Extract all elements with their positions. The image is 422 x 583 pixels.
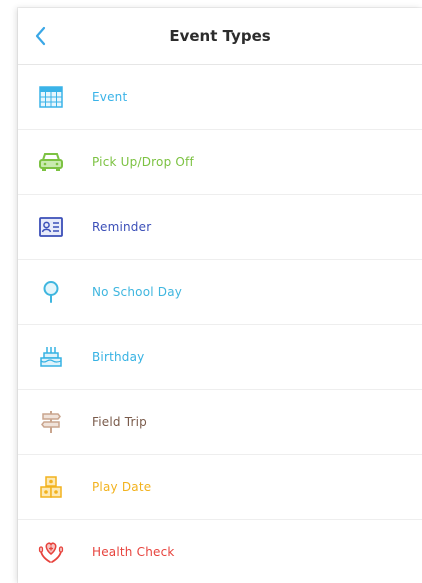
list-item-no-school-day[interactable]: No School Day [18,260,422,325]
car-icon [36,147,66,177]
id-card-icon [36,212,66,242]
play-date-label: Play Date [92,480,152,494]
page-title: Event Types [169,27,271,45]
birthday-label: Birthday [92,350,145,364]
building-blocks-icon [36,472,66,502]
screen: Event Types Event Pick Up/Drop Off Remin… [0,0,422,583]
field-trip-label: Field Trip [92,415,147,429]
no-school-day-label: No School Day [92,285,183,299]
list-item-event[interactable]: Event [18,65,422,130]
list-item-field-trip[interactable]: Field Trip [18,390,422,455]
header-bar: Event Types [18,8,422,65]
list-item-play-date[interactable]: Play Date [18,455,422,520]
event-type-list: Event Pick Up/Drop Off Reminder No Schoo… [18,65,422,583]
signpost-icon [36,407,66,437]
back-button[interactable] [18,8,64,64]
list-item-pick-up-drop-off[interactable]: Pick Up/Drop Off [18,130,422,195]
event-label: Event [92,90,128,104]
list-item-birthday[interactable]: Birthday [18,325,422,390]
list-item-reminder[interactable]: Reminder [18,195,422,260]
birthday-cake-icon [36,342,66,372]
list-item-health-check[interactable]: Health Check [18,520,422,583]
pick-up-drop-off-label: Pick Up/Drop Off [92,155,194,169]
heart-hands-icon [36,537,66,567]
health-check-label: Health Check [92,545,175,559]
calendar-grid-icon [36,82,66,112]
event-types-panel: Event Types Event Pick Up/Drop Off Remin… [18,8,422,583]
location-pin-icon [36,277,66,307]
chevron-left-icon [35,26,46,46]
reminder-label: Reminder [92,220,152,234]
